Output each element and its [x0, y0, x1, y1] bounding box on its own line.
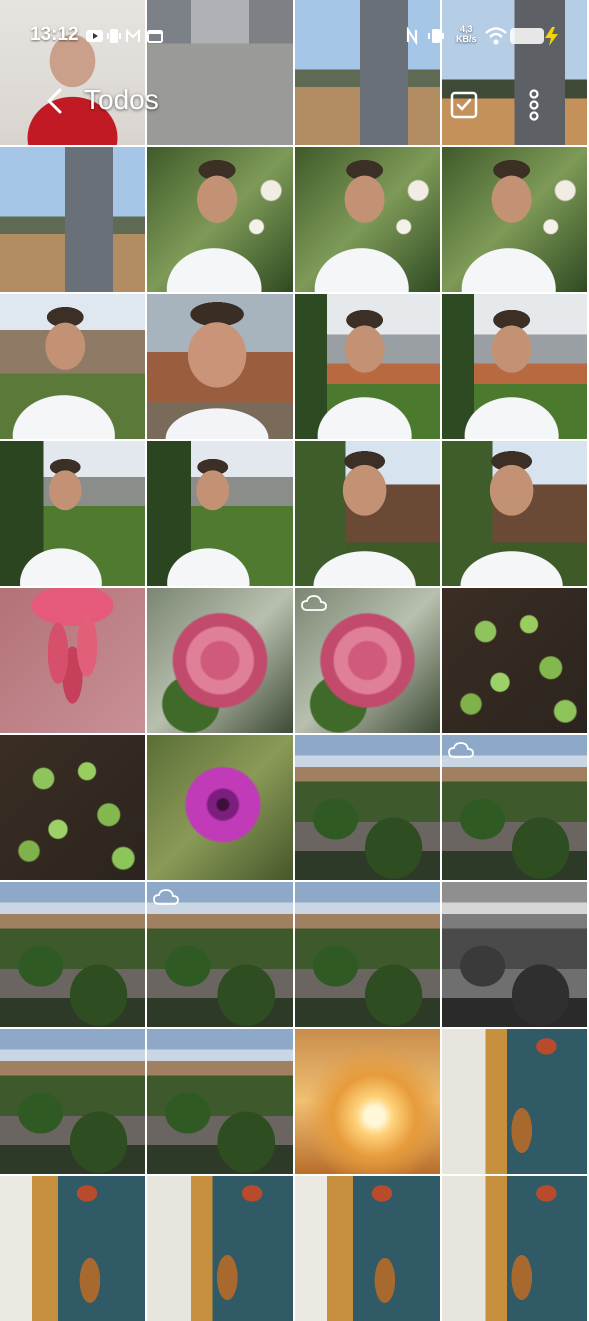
cloud-icon: [300, 595, 327, 611]
select-button[interactable]: [450, 91, 478, 119]
photo-thumbnail[interactable]: [0, 882, 146, 1027]
photo-thumbnail[interactable]: [0, 735, 146, 880]
photo-thumbnail[interactable]: [0, 1029, 146, 1174]
photo-thumbnail[interactable]: [294, 294, 440, 439]
photo-thumbnail[interactable]: [441, 1029, 587, 1174]
more-options-button[interactable]: [524, 88, 544, 122]
photo-grid: [0, 0, 589, 1321]
top-bar: Todos: [0, 76, 589, 130]
page-title: Todos: [84, 84, 159, 115]
photo-thumbnail[interactable]: [294, 441, 440, 586]
photo-thumbnail[interactable]: [441, 147, 587, 292]
photo-thumbnail[interactable]: [147, 441, 293, 586]
photo-thumbnail[interactable]: [294, 588, 440, 733]
photo-thumbnail[interactable]: [441, 441, 587, 586]
photo-thumbnail[interactable]: [441, 882, 587, 1027]
photo-thumbnail[interactable]: [441, 588, 587, 733]
cloud-icon: [447, 742, 474, 758]
photo-thumbnail[interactable]: [294, 1176, 440, 1321]
photo-thumbnail[interactable]: [0, 588, 146, 733]
photo-thumbnail[interactable]: [294, 1029, 440, 1174]
photo-thumbnail[interactable]: [294, 147, 440, 292]
photo-thumbnail[interactable]: [0, 294, 146, 439]
photo-thumbnail[interactable]: [441, 735, 587, 880]
photo-thumbnail[interactable]: [147, 147, 293, 292]
cloud-icon: [153, 889, 180, 905]
photo-thumbnail[interactable]: [441, 294, 587, 439]
photo-thumbnail[interactable]: [147, 735, 293, 880]
photo-thumbnail[interactable]: [294, 735, 440, 880]
back-button[interactable]: [40, 84, 70, 118]
photo-thumbnail[interactable]: [441, 1176, 587, 1321]
photo-thumbnail[interactable]: [147, 1176, 293, 1321]
photo-thumbnail[interactable]: [0, 147, 146, 292]
photo-thumbnail[interactable]: [147, 294, 293, 439]
photo-thumbnail[interactable]: [147, 882, 293, 1027]
photo-thumbnail[interactable]: [294, 882, 440, 1027]
photo-thumbnail[interactable]: [147, 1029, 293, 1174]
photo-thumbnail[interactable]: [0, 1176, 146, 1321]
photo-thumbnail[interactable]: [0, 441, 146, 586]
photo-thumbnail[interactable]: [147, 588, 293, 733]
